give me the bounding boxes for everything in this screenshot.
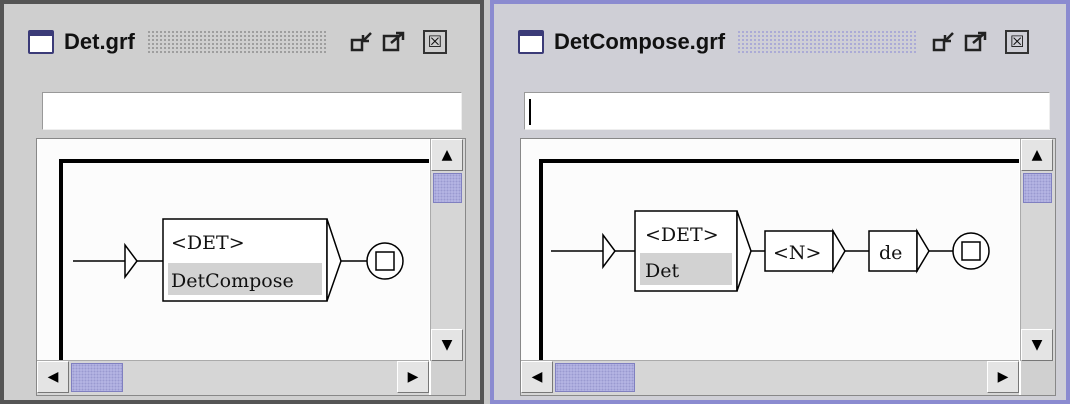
title-grip [737,30,918,54]
scroll-right-button[interactable]: ▶ [987,361,1019,393]
vertical-scrollbar[interactable]: ▲ ▼ [1020,139,1055,361]
graph-frame: <DET> Det <N> de ▲ ▼ ◀ ▶ [520,138,1056,396]
close-icon: ☒ [1009,32,1025,51]
graph-canvas[interactable]: <DET> DetCompose [37,139,429,361]
horizontal-scrollbar[interactable]: ◀ ▶ [521,360,1019,395]
minimize-button[interactable] [931,29,957,55]
graph-box-det[interactable]: <DET> Det [634,210,752,292]
arrow-up-icon: ▲ [1031,147,1043,163]
box-label: <N> [773,242,821,264]
box-text-field[interactable] [524,92,1050,130]
initial-state[interactable] [124,242,138,280]
vertical-scrollbar[interactable]: ▲ ▼ [430,139,465,361]
final-state[interactable] [952,232,990,270]
box-line-2: DetCompose [171,270,294,292]
box-line-2: Det [645,260,679,282]
vertical-scroll-thumb[interactable] [433,173,462,203]
box-label: de [879,242,902,264]
box-text-field[interactable] [42,92,462,130]
graph-box-n[interactable]: <N> [764,228,846,274]
scroll-corner [1021,361,1055,395]
minimize-icon [932,32,955,52]
arrow-down-icon: ▼ [1031,337,1043,353]
arrow-down-icon: ▼ [441,337,453,353]
graph-window-det: Det.grf ☒ <DET> DetCompose ▲ ▼ ◀ ▶ [0,0,484,404]
horizontal-scroll-thumb[interactable] [71,363,123,392]
close-button[interactable]: ☒ [422,30,447,54]
graph-drawing: <DET> DetCompose [59,159,429,361]
scroll-left-button[interactable]: ◀ [37,361,69,393]
maximize-button[interactable] [381,29,407,55]
graph-window-detcompose: DetCompose.grf ☒ <DET> Det <N> de ▲ ▼ ◀ … [490,0,1070,404]
initial-state[interactable] [602,232,616,270]
arrow-left-icon: ◀ [531,369,543,385]
horizontal-scrollbar[interactable]: ◀ ▶ [37,360,429,395]
scroll-right-button[interactable]: ▶ [397,361,429,393]
title-grip [146,30,327,54]
scroll-corner [431,361,465,395]
final-state[interactable] [366,242,404,280]
scroll-up-button[interactable]: ▲ [431,139,463,171]
window-title: DetCompose.grf [554,29,726,54]
graph-canvas[interactable]: <DET> Det <N> de [521,139,1019,361]
scroll-left-button[interactable]: ◀ [521,361,553,393]
arrow-up-icon: ▲ [441,147,453,163]
maximize-icon [382,31,405,52]
scroll-down-button[interactable]: ▼ [1021,329,1053,361]
graph-box-de[interactable]: de [868,228,930,274]
box-line-1: <DET> [171,232,245,254]
box-line-1: <DET> [645,224,719,246]
maximize-icon [964,31,987,52]
window-icon [28,30,54,54]
window-title: Det.grf [64,29,135,54]
horizontal-scroll-thumb[interactable] [555,363,635,392]
text-caret [529,99,531,125]
arrow-left-icon: ◀ [47,369,59,385]
minimize-icon [350,32,372,52]
close-icon: ☒ [427,32,443,51]
scroll-up-button[interactable]: ▲ [1021,139,1053,171]
maximize-button[interactable] [963,29,989,55]
close-button[interactable]: ☒ [1005,30,1030,54]
minimize-button[interactable] [349,29,375,55]
arrow-right-icon: ▶ [997,369,1009,385]
window-icon [518,30,544,54]
title-bar[interactable]: DetCompose.grf ☒ [500,14,1060,70]
graph-box-det[interactable]: <DET> DetCompose [162,218,342,302]
title-bar[interactable]: Det.grf ☒ [10,14,474,70]
scroll-down-button[interactable]: ▼ [431,329,463,361]
vertical-scroll-thumb[interactable] [1023,173,1052,203]
graph-drawing: <DET> Det <N> de [539,159,1019,361]
graph-frame: <DET> DetCompose ▲ ▼ ◀ ▶ [36,138,466,396]
arrow-right-icon: ▶ [407,369,419,385]
